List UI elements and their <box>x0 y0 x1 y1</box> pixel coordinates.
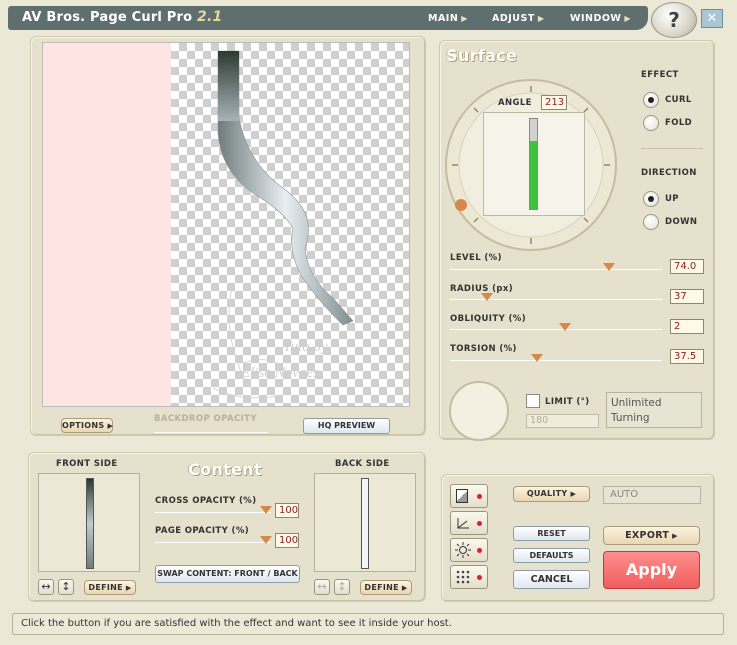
cross-opacity-input[interactable]: 100 <box>275 503 299 518</box>
obliquity-label: OBLIQUITY (%) <box>450 314 526 324</box>
obliquity-input[interactable]: 2 <box>670 319 704 334</box>
help-button[interactable]: ? <box>651 2 697 38</box>
obliquity-slider[interactable] <box>450 329 662 330</box>
reset-button[interactable]: RESET <box>513 526 590 541</box>
effect-curl-radio[interactable] <box>643 92 659 108</box>
quality-value: AUTO <box>603 486 701 504</box>
limit-dial[interactable] <box>448 380 510 442</box>
grid-dots-icon[interactable] <box>450 565 488 589</box>
export-button[interactable]: EXPORT ▶ <box>603 526 700 545</box>
backdrop-slider[interactable] <box>154 432 268 433</box>
angle-label: ANGLE <box>498 98 532 108</box>
page-opacity-input[interactable]: 100 <box>275 533 299 548</box>
limit-note: Unlimited Turning <box>606 392 702 428</box>
surface-header: Surface <box>446 46 517 65</box>
cross-opacity-slider[interactable] <box>155 512 271 513</box>
page-opacity-thumb[interactable] <box>260 536 272 544</box>
direction-down-label: DOWN <box>665 217 698 227</box>
app-title: AV Bros. Page Curl Pro 2.1 <box>22 9 223 25</box>
limit-checkbox[interactable] <box>526 394 540 408</box>
back-side-label: BACK SIDE <box>335 459 390 469</box>
angle-input[interactable]: 213 <box>541 95 567 110</box>
level-input[interactable]: 74.0 <box>670 259 704 274</box>
close-button[interactable]: ✕ <box>701 9 723 28</box>
effect-curl-label: CURL <box>665 95 692 105</box>
menu-main[interactable]: MAIN ▶ <box>428 13 468 24</box>
front-flip-v-button[interactable]: ↕ <box>58 579 74 595</box>
swap-content-button[interactable]: SWAP CONTENT: FRONT / BACK <box>155 565 300 583</box>
content-header: Content <box>188 460 262 479</box>
apply-button[interactable]: Apply <box>603 551 700 589</box>
cross-opacity-thumb[interactable] <box>260 506 272 514</box>
front-side-preview[interactable] <box>38 473 140 572</box>
light-icon[interactable] <box>450 538 488 562</box>
torsion-input[interactable]: 37.5 <box>670 349 704 364</box>
page-opacity-label: PAGE OPACITY (%) <box>155 526 250 536</box>
back-flip-v-button[interactable]: ↕ <box>334 579 350 595</box>
cancel-button[interactable]: CANCEL <box>513 570 590 589</box>
torsion-label: TORSION (%) <box>450 344 517 354</box>
status-bar: Click the button if you are satisfied wi… <box>12 613 724 635</box>
obliquity-slider-thumb[interactable] <box>559 323 571 331</box>
torsion-slider[interactable] <box>450 360 662 361</box>
torsion-slider-thumb[interactable] <box>531 354 543 362</box>
watermark-text-1: Tuto by <box>283 339 328 355</box>
level-slider-thumb[interactable] <box>603 263 615 271</box>
hq-preview-button[interactable]: HQ PREVIEW <box>303 418 390 434</box>
front-define-button[interactable]: DEFINE ▶ <box>84 580 136 595</box>
quality-button[interactable]: QUALITY ▶ <box>513 486 590 502</box>
curl-ribbon-top <box>218 51 239 121</box>
effect-fold-label: FOLD <box>665 118 693 128</box>
direction-label: DIRECTION <box>641 168 697 178</box>
defaults-button[interactable]: DEFAULTS <box>513 548 590 563</box>
direction-up-label: UP <box>665 194 679 204</box>
limit-input[interactable]: 180 <box>526 414 599 428</box>
radius-slider-thumb[interactable] <box>481 293 493 301</box>
axis-icon[interactable] <box>450 511 488 535</box>
angle-page-strip <box>529 118 538 210</box>
angle-handle <box>455 199 467 211</box>
front-flip-h-button[interactable]: ↔ <box>38 579 54 595</box>
curl-preview-svg: Tuto by Elise Novaes <box>212 50 354 399</box>
back-side-preview[interactable] <box>314 473 416 572</box>
page-opacity-slider[interactable] <box>155 542 271 543</box>
back-define-button[interactable]: DEFINE ▶ <box>360 580 412 595</box>
back-flip-h-button[interactable]: ↔ <box>314 579 330 595</box>
backdrop-opacity-label: BACKDROP OPACITY <box>154 414 257 424</box>
limit-label: LIMIT (°) <box>545 397 590 407</box>
watermark-text-2: Elise Novaes <box>240 365 319 381</box>
level-slider[interactable] <box>450 269 662 270</box>
menu-adjust[interactable]: ADJUST ▶ <box>492 13 544 24</box>
page-fold-icon[interactable] <box>450 484 488 508</box>
radius-input[interactable]: 37 <box>670 289 704 304</box>
effect-fold-radio[interactable] <box>643 115 659 131</box>
divider <box>641 148 703 149</box>
menu-window[interactable]: WINDOW ▶ <box>570 13 631 24</box>
direction-down-radio[interactable] <box>643 214 659 230</box>
effect-label: EFFECT <box>641 70 679 80</box>
level-label: LEVEL (%) <box>450 253 502 263</box>
front-side-label: FRONT SIDE <box>56 459 118 469</box>
direction-up-radio[interactable] <box>643 191 659 207</box>
preview-canvas[interactable]: Tuto by Elise Novaes <box>42 42 410 407</box>
options-button[interactable]: OPTIONS ▶ <box>61 418 113 433</box>
cross-opacity-label: CROSS OPACITY (%) <box>155 496 257 506</box>
